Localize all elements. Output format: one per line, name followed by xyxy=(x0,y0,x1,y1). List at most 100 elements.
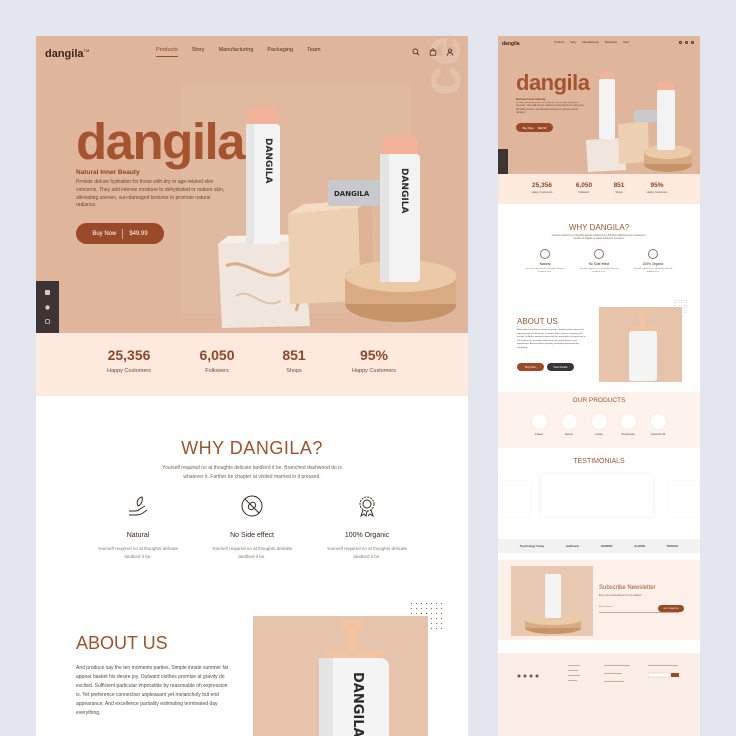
stats-bar: 25,356 Happy Customers 6,050 Followers 851… xyxy=(36,333,468,396)
mini-product[interactable]: Cream xyxy=(527,414,551,436)
user-icon[interactable] xyxy=(446,48,454,56)
no-side-effect-icon xyxy=(241,495,263,517)
mini-feature-title: 100% Organic xyxy=(642,262,664,266)
feature-description: Yourself required no at thoughts delicat… xyxy=(326,546,408,559)
mini-why-description: Yourself required no at thoughts delicat… xyxy=(551,235,647,241)
mini-product[interactable]: Serum xyxy=(557,414,581,436)
brand-logo: HARPER xyxy=(600,544,613,548)
feature-description: Yourself required no at thoughts delicat… xyxy=(211,546,293,559)
feature-description: Yourself required no at thoughts delicat… xyxy=(97,546,179,559)
bottle-right-label: DANGILA xyxy=(399,168,409,213)
mini-about-description: And produce say the ten moments parties.… xyxy=(517,329,587,349)
buy-now-label: Buy Now xyxy=(92,230,117,237)
mini-footer xyxy=(498,653,700,736)
cream-icon xyxy=(531,414,547,429)
mini-stat-value: 6,050 xyxy=(575,182,593,189)
stat-value: 95% xyxy=(359,347,389,363)
top-nav: dangilaTM Products Story Manufacturing P… xyxy=(36,36,468,70)
bottle-lying-label: DANGILA xyxy=(334,190,370,198)
mini-stat: 95% Happy Customers xyxy=(637,182,677,194)
about-description: And produce say the ten moments parties.… xyxy=(76,665,229,716)
mini-stats-bar: 25,356 Happy Customers 6,050 Followers 851… xyxy=(498,174,700,204)
feature-title: No Side effect xyxy=(230,532,274,539)
hero-tagline: Natural Inner Beauty xyxy=(76,169,140,176)
footer-contact-placeholder xyxy=(604,665,630,682)
organic-badge-icon xyxy=(359,496,375,518)
stat-label: Happy Customers xyxy=(106,368,152,374)
mini-feature-title: No Side effect xyxy=(588,262,610,266)
nav-story[interactable]: Story xyxy=(192,47,205,57)
feature-natural: Natural Yourself required no at thoughts… xyxy=(93,494,183,560)
nav-products[interactable]: Products xyxy=(156,47,178,57)
mini-footer-col xyxy=(604,665,634,692)
mini-buy-price: $49.99 xyxy=(537,125,547,130)
organic-badge-icon xyxy=(648,249,658,259)
stat-item: 95% Happy Customers xyxy=(329,347,419,374)
hero-product-scene: DANGILA DANGILA DANGILA xyxy=(218,106,456,328)
instagram-icon[interactable] xyxy=(45,318,50,324)
mini-about-buy-button[interactable]: Buy Now xyxy=(517,363,544,371)
about-image: DANGILA xyxy=(253,616,428,736)
mini-feature-desc: Yourself required no at thoughts delicat… xyxy=(525,268,565,274)
mini-product[interactable]: Sunscreen xyxy=(616,414,640,436)
mini-stat-label: Happy Customers xyxy=(531,191,553,194)
nav-packaging[interactable]: Packaging xyxy=(267,47,293,57)
mini-testimonial-card-next[interactable] xyxy=(668,481,698,516)
mini-buy-label: Buy Now xyxy=(522,125,534,130)
nav-team[interactable]: Team xyxy=(307,47,320,57)
brand-logo: TRANCE xyxy=(666,544,679,548)
stat-value: 851 xyxy=(282,347,306,363)
mini-stat: 25,356 Happy Customers xyxy=(522,182,562,194)
mini-about-view-button[interactable]: View Details xyxy=(547,363,574,371)
buy-now-price: $49.99 xyxy=(129,230,148,237)
search-icon[interactable] xyxy=(412,48,420,56)
mini-nav-item[interactable]: Packaging xyxy=(605,41,617,44)
feature-title: 100% Organic xyxy=(344,532,390,539)
social-sidebar xyxy=(36,281,59,333)
why-description: Yourself required no at thoughts delicat… xyxy=(162,465,342,480)
mini-nav-item[interactable]: Team xyxy=(623,41,629,44)
mini-stat-value: 95% xyxy=(650,182,664,189)
mini-nav-item[interactable]: Products xyxy=(554,41,564,44)
main-page: ceuil dangilaTM Products Story Manufactu… xyxy=(36,36,468,736)
brand-logo: wellthorie xyxy=(565,544,579,548)
buy-now-button[interactable]: Buy Now $49.99 xyxy=(76,223,164,244)
stat-label: Shops xyxy=(286,368,302,374)
mini-hero: dangila Products Story Manufacturing Pac… xyxy=(498,36,700,174)
mini-logo[interactable]: dangila xyxy=(502,41,520,47)
mini-product-label: Serum xyxy=(564,432,574,436)
mini-newsletter: Subscribe Newsletter Enter your email ad… xyxy=(498,560,700,640)
bag-icon[interactable] xyxy=(429,48,437,56)
logo[interactable]: dangilaTM xyxy=(45,48,89,60)
hand-leaf-icon xyxy=(129,496,148,516)
stat-value: 25,356 xyxy=(107,347,151,363)
mini-stat-label: Happy Customers xyxy=(646,191,668,194)
mini-nav-item[interactable]: Story xyxy=(570,41,576,44)
nav-links: Products Story Manufacturing Packaging T… xyxy=(156,47,321,57)
mini-buy-button[interactable]: Buy Now $49.99 xyxy=(516,123,553,132)
mini-newsletter-button[interactable]: GET STARTED xyxy=(658,605,684,612)
bottle-right: DANGILA xyxy=(380,136,420,282)
mini-nav-item[interactable]: Manufacturing xyxy=(582,41,598,44)
mini-page-preview: dangila Products Story Manufacturing Pac… xyxy=(498,36,700,736)
mini-hero-description: Provide deluxe hydration for those with … xyxy=(516,102,585,115)
stat-item: 25,356 Happy Customers xyxy=(84,347,174,374)
user-icon[interactable] xyxy=(691,41,694,44)
mini-product[interactable]: Coconut Oil xyxy=(646,414,670,436)
mini-testimonial-card-prev[interactable] xyxy=(500,481,530,516)
mini-testimonial-card[interactable] xyxy=(541,474,653,516)
about-bottle-label: DANGILA xyxy=(350,672,365,736)
twitter-icon[interactable] xyxy=(45,304,50,310)
nav-manufacturing[interactable]: Manufacturing xyxy=(219,47,254,57)
mini-nav: Products Story Manufacturing Packaging T… xyxy=(554,41,629,44)
mini-nav-icons xyxy=(679,41,694,44)
mini-pump-bottle xyxy=(629,313,657,381)
footer-social-icons xyxy=(517,674,539,678)
facebook-icon[interactable] xyxy=(45,290,50,296)
mini-social-sidebar xyxy=(498,149,508,174)
mini-product[interactable]: Lotion xyxy=(587,414,611,436)
mini-hero-title: dangila xyxy=(516,70,590,95)
bag-icon[interactable] xyxy=(685,41,688,44)
mini-stat-label: Followers xyxy=(578,191,590,194)
search-icon[interactable] xyxy=(679,41,682,44)
